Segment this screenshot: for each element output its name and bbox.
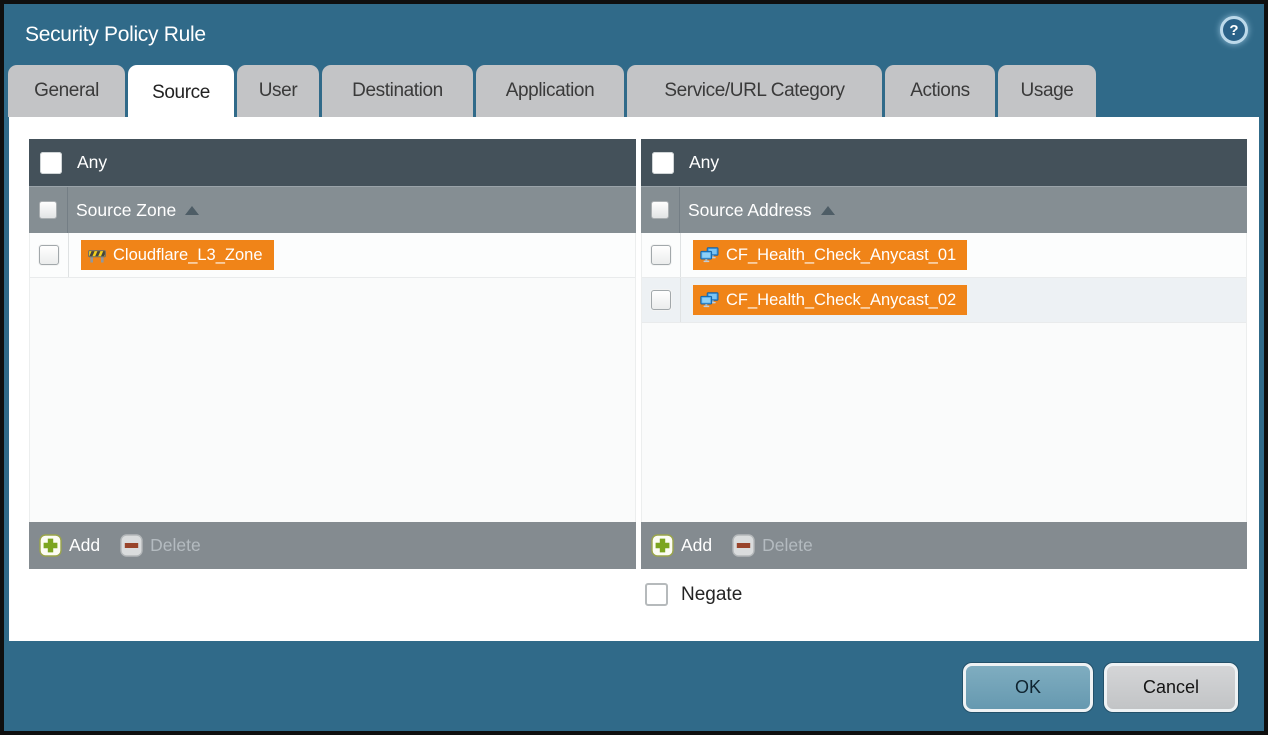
table-row: CF_Health_Check_Anycast_01 bbox=[642, 233, 1246, 278]
source-zone-list: Cloudflare_L3_Zone bbox=[29, 233, 636, 522]
negate-checkbox[interactable] bbox=[645, 583, 668, 606]
source-zone-panel: Any Source Zone bbox=[29, 139, 636, 569]
source-address-column-header[interactable]: Source Address bbox=[641, 186, 1247, 233]
tab-user[interactable]: User bbox=[237, 65, 319, 117]
cancel-button[interactable]: Cancel bbox=[1104, 663, 1238, 712]
source-zone-row-checkbox[interactable] bbox=[39, 245, 59, 265]
title-bar: Security Policy Rule bbox=[4, 4, 1264, 65]
ok-button[interactable]: OK bbox=[963, 663, 1093, 712]
tab-destination[interactable]: Destination bbox=[322, 65, 473, 117]
source-address-row-checkbox[interactable] bbox=[651, 245, 671, 265]
tab-strip: General Source User Destination Applicat… bbox=[8, 65, 1096, 117]
source-zone-entry-label: Cloudflare_L3_Zone bbox=[113, 246, 263, 265]
tab-source[interactable]: Source bbox=[128, 65, 234, 120]
source-zone-add-button[interactable]: Add bbox=[39, 534, 100, 557]
source-address-any-checkbox[interactable] bbox=[652, 152, 674, 174]
negate-option: Negate bbox=[645, 583, 742, 606]
source-zone-select-all-checkbox[interactable] bbox=[39, 201, 57, 219]
tab-application[interactable]: Application bbox=[476, 65, 624, 117]
source-address-panel: Any Source Address bbox=[641, 139, 1247, 569]
add-button-label: Add bbox=[681, 535, 712, 556]
source-zone-any-checkbox[interactable] bbox=[40, 152, 62, 174]
source-tab-content: Any Source Zone bbox=[9, 117, 1259, 641]
table-row: Cloudflare_L3_Zone bbox=[30, 233, 635, 278]
source-zone-toolbar: Add Delete bbox=[29, 522, 636, 569]
tab-general[interactable]: General bbox=[8, 65, 125, 117]
add-button-label: Add bbox=[69, 535, 100, 556]
source-address-any-label: Any bbox=[689, 152, 719, 173]
source-address-entry-label: CF_Health_Check_Anycast_02 bbox=[726, 291, 956, 310]
source-address-any-bar: Any bbox=[641, 139, 1247, 186]
tab-service-url-category[interactable]: Service/URL Category bbox=[627, 65, 882, 117]
source-address-entry[interactable]: CF_Health_Check_Anycast_02 bbox=[693, 285, 967, 315]
delete-button-label: Delete bbox=[762, 535, 813, 556]
table-row: CF_Health_Check_Anycast_02 bbox=[642, 278, 1246, 323]
source-address-delete-button[interactable]: Delete bbox=[732, 534, 813, 557]
sort-ascending-icon bbox=[185, 206, 199, 215]
help-icon[interactable]: ? bbox=[1220, 16, 1248, 44]
source-zone-column-header[interactable]: Source Zone bbox=[29, 186, 636, 233]
minus-icon bbox=[120, 534, 143, 557]
source-zone-header-label: Source Zone bbox=[76, 200, 176, 221]
source-address-entry-label: CF_Health_Check_Anycast_01 bbox=[726, 246, 956, 265]
plus-icon bbox=[651, 534, 674, 557]
dialog-title: Security Policy Rule bbox=[25, 23, 206, 47]
address-hosts-icon bbox=[700, 247, 719, 263]
minus-icon bbox=[732, 534, 755, 557]
negate-label: Negate bbox=[681, 584, 742, 606]
source-address-entry[interactable]: CF_Health_Check_Anycast_01 bbox=[693, 240, 967, 270]
plus-icon bbox=[39, 534, 62, 557]
delete-button-label: Delete bbox=[150, 535, 201, 556]
source-address-list: CF_Health_Check_Anycast_01 bbox=[641, 233, 1247, 522]
source-address-select-all-checkbox[interactable] bbox=[651, 201, 669, 219]
source-zone-any-label: Any bbox=[77, 152, 107, 173]
source-address-add-button[interactable]: Add bbox=[651, 534, 712, 557]
address-hosts-icon bbox=[700, 292, 719, 308]
source-address-toolbar: Add Delete bbox=[641, 522, 1247, 569]
security-policy-rule-dialog: Security Policy Rule ? General Source Us… bbox=[4, 4, 1264, 731]
source-zone-entry[interactable]: Cloudflare_L3_Zone bbox=[81, 240, 274, 270]
source-zone-any-bar: Any bbox=[29, 139, 636, 186]
source-zone-delete-button[interactable]: Delete bbox=[120, 534, 201, 557]
zone-barricade-icon bbox=[88, 248, 106, 263]
source-address-row-checkbox[interactable] bbox=[651, 290, 671, 310]
sort-ascending-icon bbox=[821, 206, 835, 215]
source-address-header-label: Source Address bbox=[688, 200, 812, 221]
tab-usage[interactable]: Usage bbox=[998, 65, 1096, 117]
tab-actions[interactable]: Actions bbox=[885, 65, 995, 117]
